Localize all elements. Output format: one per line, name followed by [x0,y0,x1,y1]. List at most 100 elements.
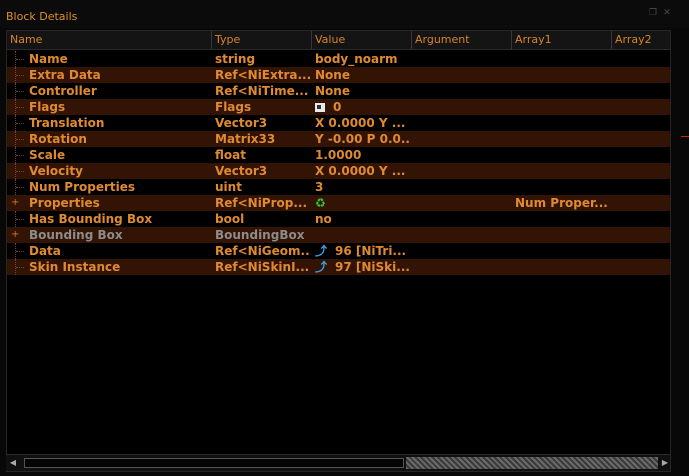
cell-value[interactable]: X 0.0000 Y ... [315,163,411,179]
tree-line [15,163,26,179]
cell-value-text: 0 [333,100,342,114]
cell-array1 [515,243,611,259]
column-header-name[interactable]: Name [7,31,212,49]
expand-icon[interactable]: + [11,198,19,208]
cell-value[interactable]: body_noarm [315,51,411,67]
cell-name: Skin Instance [29,260,121,274]
flag-icon [315,103,325,112]
scrollbar-thumb[interactable] [406,457,658,469]
table-row[interactable]: Translation Vector3 X 0.0000 Y ... [7,115,670,131]
cell-value[interactable]: ⤴ 96 [NiTri... [315,243,411,259]
cell-value-text: None [315,84,350,98]
table-row[interactable]: Skin Instance Ref<NiSkinI... ⤴ 97 [NiSki... [7,259,670,275]
close-icon[interactable]: ✕ [662,9,672,18]
float-window-icon[interactable]: ❐ [648,9,658,18]
table-row[interactable]: + Properties Ref<NiProp... ♻ Num Proper... [7,195,670,211]
table-row[interactable]: Num Properties uint 3 [7,179,670,195]
tree-line [15,259,26,275]
column-header-type[interactable]: Type [212,31,312,49]
cell-value[interactable]: 3 [315,179,411,195]
cell-value[interactable]: no [315,211,411,227]
tree-line [15,243,26,259]
cell-name: Has Bounding Box [29,212,153,226]
cell-name: Name [29,52,68,66]
cell-type: Vector3 [215,164,268,178]
cell-value[interactable]: 0 [315,99,411,115]
cell-array1 [515,51,611,67]
column-header-argument[interactable]: Argument [412,31,512,49]
cell-name: Controller [29,84,97,98]
cell-value-text: no [315,212,332,226]
cell-type: string [215,52,256,66]
cell-value-text: 96 [NiTri... [335,244,407,258]
cell-value-text: Y -0.00 P 0.0... [315,132,411,146]
tree-line [15,51,26,67]
cell-type: Ref<NiSkinI... [215,260,310,274]
cell-value[interactable]: 1.0000 [315,147,411,163]
link-icon: ⤴ [315,244,328,258]
table-row[interactable]: Rotation Matrix33 Y -0.00 P 0.0... [7,131,670,147]
recycle-icon: ♻ [315,196,326,210]
cell-value[interactable]: X 0.0000 Y ... [315,115,411,131]
cell-value-text: 3 [315,180,324,194]
expand-icon[interactable]: + [11,230,19,240]
tree-line [15,147,26,163]
table-row[interactable]: Controller Ref<NiTime... None [7,83,670,99]
table-row[interactable]: Has Bounding Box bool no [7,211,670,227]
column-header-array1[interactable]: Array1 [512,31,612,49]
cell-type: Ref<NiExtra... [215,68,311,82]
column-header-array2[interactable]: Array2 [612,31,670,49]
cell-type: Vector3 [215,116,268,130]
cell-value[interactable]: ⤴ 97 [NiSki... [315,259,411,275]
cell-type: Ref<NiTime... [215,84,309,98]
cell-name: Flags [29,100,66,114]
cell-type: float [215,148,246,162]
cell-array1 [515,211,611,227]
table-row[interactable]: Scale float 1.0000 [7,147,670,163]
edge-marker [681,136,689,137]
cell-type: uint [215,180,242,194]
cell-value-text: X 0.0000 Y ... [315,116,406,130]
cell-value[interactable]: Y -0.00 P 0.0... [315,131,411,147]
cell-type: BoundingBox [215,228,305,242]
table-row[interactable]: Velocity Vector3 X 0.0000 Y ... [7,163,670,179]
table-header: Name Type Value Argument Array1 Array2 [7,31,670,50]
cell-type: Matrix33 [215,132,276,146]
column-header-value[interactable]: Value [312,31,412,49]
cell-name: Extra Data [29,68,101,82]
cell-name: Scale [29,148,66,162]
table-row[interactable]: Flags Flags 0 [7,99,670,115]
scroll-left-icon[interactable]: ◀ [8,457,18,469]
cell-value-text: 97 [NiSki... [335,260,410,274]
cell-value-text: None [315,68,350,82]
cell-array1 [515,115,611,131]
cell-array1 [515,147,611,163]
cell-value-text: X 0.0000 Y ... [315,164,406,178]
table-row[interactable]: + Bounding Box BoundingBox [7,227,670,243]
scrollbar-track[interactable] [24,458,404,468]
table-row[interactable]: Data Ref<NiGeom... ⤴ 96 [NiTri... [7,243,670,259]
cell-name: Rotation [29,132,87,146]
cell-value[interactable]: None [315,67,411,83]
cell-array1 [515,179,611,195]
cell-value[interactable] [315,227,411,243]
cell-array1: Num Proper... [515,196,608,210]
tree-line [15,67,26,83]
cell-array1 [515,99,611,115]
cell-value-text: body_noarm [315,52,398,66]
horizontal-scrollbar[interactable]: ◀ ▶ [6,454,670,471]
table-row[interactable]: Name string body_noarm [7,51,670,67]
cell-array1 [515,67,611,83]
cell-array1 [515,259,611,275]
cell-name: Bounding Box [29,228,123,242]
cell-name: Velocity [29,164,83,178]
block-details-table: Name Type Value Argument Array1 Array2 N… [6,30,671,472]
cell-value[interactable]: ♻ [315,195,411,211]
tree-line [15,131,26,147]
window-titlebar: Block Details ❐ ✕ [0,0,689,28]
tree-line [15,211,26,227]
tree-line [15,99,26,115]
table-row[interactable]: Extra Data Ref<NiExtra... None [7,67,670,83]
scroll-right-icon[interactable]: ▶ [660,457,670,469]
cell-value[interactable]: None [315,83,411,99]
